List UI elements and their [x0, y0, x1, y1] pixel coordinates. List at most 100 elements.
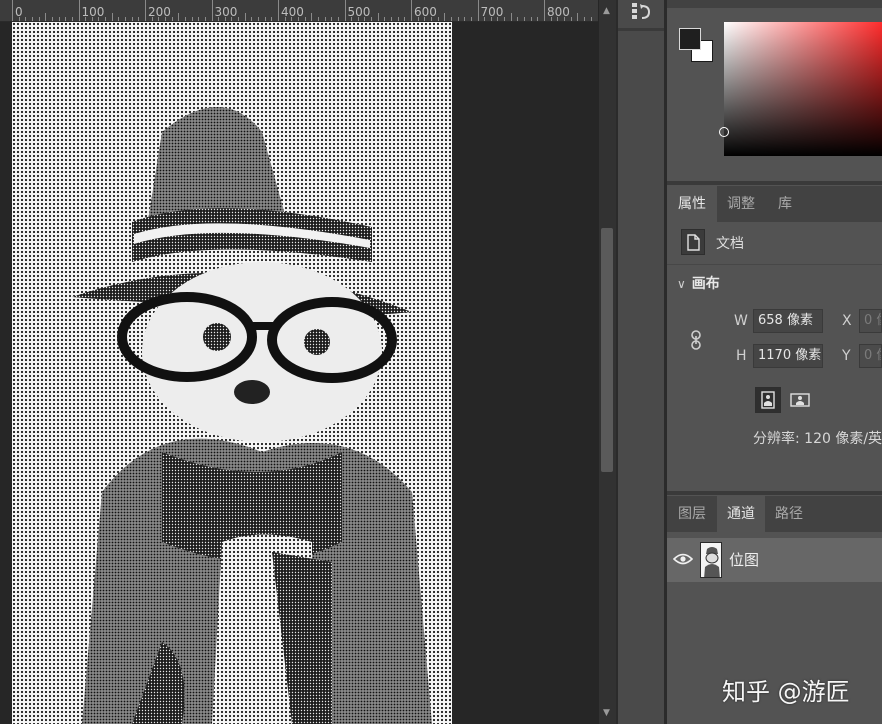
y-label: Y: [842, 348, 851, 364]
chevron-down-icon[interactable]: ∨: [677, 277, 686, 291]
scroll-thumb[interactable]: [601, 228, 613, 472]
tab-channels[interactable]: 通道: [717, 496, 765, 532]
color-panel-tabs: [667, 0, 882, 8]
panel-divider: [667, 181, 882, 185]
foreground-background-swatches[interactable]: [679, 28, 715, 64]
right-panels: 属性 调整 库 文档 ∨画布 W 658 像素 X 0 像 H 1170 像素 …: [667, 0, 882, 724]
x-field[interactable]: 0 像: [859, 309, 882, 333]
ruler-minor-tick: [590, 17, 592, 21]
ruler-minor-tick: [18, 17, 20, 21]
ruler-minor-tick: [111, 13, 113, 21]
ruler-minor-tick: [284, 17, 286, 21]
ruler-major-tick: [145, 0, 146, 21]
ruler-minor-tick: [151, 17, 153, 21]
ruler-minor-tick: [504, 17, 506, 21]
ruler-minor-tick: [304, 17, 306, 21]
ruler-minor-tick: [371, 17, 373, 21]
ruler-minor-tick: [171, 17, 173, 21]
vertical-scrollbar[interactable]: ▲ ▼: [598, 0, 616, 724]
ruler-minor-tick: [271, 17, 273, 21]
canvas-area[interactable]: [0, 22, 598, 724]
canvas-section-header[interactable]: ∨ 画布: [677, 273, 720, 293]
ruler-minor-tick: [118, 17, 120, 21]
ruler-major-tick: [544, 0, 545, 21]
height-field[interactable]: 1170 像素: [753, 344, 823, 368]
ruler-minor-tick: [311, 13, 313, 21]
ruler-minor-tick: [557, 17, 559, 21]
ruler-minor-tick: [524, 17, 526, 21]
ruler-minor-tick: [583, 17, 585, 21]
tab-libraries[interactable]: 库: [765, 186, 805, 222]
ruler-minor-tick: [530, 17, 532, 21]
ruler-minor-tick: [337, 17, 339, 21]
ruler-minor-tick: [324, 17, 326, 21]
width-label: W: [734, 313, 748, 329]
ruler-minor-tick: [510, 13, 512, 21]
ruler-minor-tick: [231, 17, 233, 21]
ruler-minor-tick: [91, 17, 93, 21]
ruler-minor-tick: [71, 17, 73, 21]
ruler-minor-tick: [537, 17, 539, 21]
ruler-minor-tick: [517, 17, 519, 21]
ruler-minor-tick: [238, 17, 240, 21]
history-icon[interactable]: [630, 2, 652, 22]
dog-thumbnail-icon: [701, 543, 721, 577]
ruler-minor-tick: [563, 17, 565, 21]
scroll-up-icon[interactable]: ▲: [603, 6, 610, 16]
ruler-minor-tick: [224, 17, 226, 21]
ruler-minor-tick: [357, 17, 359, 21]
document-image[interactable]: [12, 22, 452, 724]
resolution-text: 分辨率: 120 像素/英: [753, 431, 882, 447]
scroll-down-icon[interactable]: ▼: [603, 708, 610, 718]
ruler-minor-tick: [424, 17, 426, 21]
color-picker-cursor[interactable]: [719, 127, 729, 137]
ruler-minor-tick: [125, 17, 127, 21]
y-field[interactable]: 0 像: [859, 344, 882, 368]
landscape-icon: [790, 393, 810, 407]
tab-adjustments[interactable]: 调整: [717, 186, 765, 222]
ruler-minor-tick: [65, 17, 67, 21]
ruler-minor-tick: [470, 17, 472, 21]
width-field[interactable]: 658 像素: [753, 309, 823, 333]
ruler-minor-tick: [391, 17, 393, 21]
ruler-minor-tick: [178, 13, 180, 21]
ruler-minor-tick: [550, 17, 552, 21]
ruler-minor-tick: [417, 17, 419, 21]
ruler-minor-tick: [204, 17, 206, 21]
ruler-minor-tick: [258, 17, 260, 21]
ruler-minor-tick: [184, 17, 186, 21]
portrait-icon: [761, 391, 775, 409]
document-label: 文档: [716, 236, 744, 252]
tab-layers[interactable]: 图层: [667, 496, 717, 532]
ruler-major-tick: [477, 0, 479, 21]
ruler-minor-tick: [377, 13, 379, 21]
channel-row[interactable]: 位图: [667, 538, 882, 582]
ruler-minor-tick: [251, 17, 253, 21]
tool-strip-divider: [618, 28, 664, 31]
ruler-minor-tick: [105, 17, 107, 21]
ruler-major-tick: [211, 0, 213, 21]
horizontal-ruler: 0 100 200 300 400 500 600 700 800: [0, 0, 598, 22]
ruler-minor-tick: [25, 17, 27, 21]
ruler-minor-tick: [570, 17, 572, 21]
tab-properties[interactable]: 属性: [667, 186, 717, 222]
channel-thumbnail: [700, 542, 722, 578]
color-picker-field[interactable]: [719, 22, 882, 156]
ruler-minor-tick: [38, 17, 40, 21]
landscape-orientation-button[interactable]: [787, 387, 813, 413]
ruler-minor-tick: [264, 17, 266, 21]
tab-paths[interactable]: 路径: [765, 496, 813, 532]
ruler-minor-tick: [45, 13, 47, 21]
ruler-minor-tick: [331, 17, 333, 21]
ruler-minor-tick: [497, 17, 499, 21]
canvas-section-title: 画布: [691, 276, 720, 292]
ruler-minor-tick: [364, 17, 366, 21]
eye-icon[interactable]: [672, 552, 694, 566]
link-dimensions-icon[interactable]: [689, 330, 703, 350]
foreground-color-swatch[interactable]: [679, 28, 701, 50]
portrait-orientation-button[interactable]: [755, 387, 781, 413]
ruler-minor-tick: [404, 17, 406, 21]
properties-panel-tabs: 属性 调整 库: [667, 186, 882, 222]
ruler-minor-tick: [198, 17, 200, 21]
height-label: H: [736, 348, 747, 364]
